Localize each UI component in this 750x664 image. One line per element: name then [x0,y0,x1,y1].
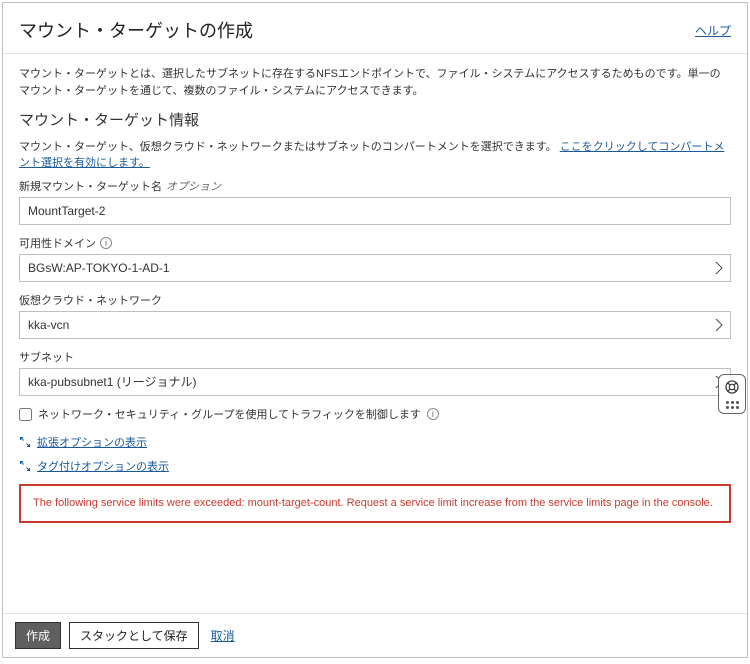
show-tagging-options-link[interactable]: タグ付けオプションの表示 [19,458,731,474]
name-optional-text: オプション [166,178,221,194]
ad-label-text: 可用性ドメイン [19,235,96,251]
ad-label: 可用性ドメイン i [19,235,731,251]
support-widget[interactable] [718,374,746,414]
subnet-select-wrap: kka-pubsubnet1 (リージョナル) [19,368,731,396]
panel-footer: 作成 スタックとして保存 取消 [3,613,747,657]
nsg-checkbox[interactable] [19,408,32,421]
lifebuoy-icon [724,379,740,398]
save-as-stack-button[interactable]: スタックとして保存 [69,622,199,649]
show-advanced-options-link[interactable]: 拡張オプションの表示 [19,434,731,450]
expand-icon [19,436,31,448]
vcn-select[interactable]: kka-vcn [19,311,731,339]
name-label-text: 新規マウント・ターゲット名 [19,178,162,194]
mount-target-name-input[interactable] [19,197,731,225]
error-message: The following service limits were exceed… [19,484,731,523]
vcn-label: 仮想クラウド・ネットワーク [19,292,731,308]
subnet-label: サブネット [19,349,731,365]
section-title: マウント・ターゲット情報 [19,109,731,130]
vcn-select-wrap: kka-vcn [19,311,731,339]
help-link[interactable]: ヘルプ [695,22,731,39]
panel-body: マウント・ターゲットとは、選択したサブネットに存在するNFSエンドポイントで、フ… [3,54,747,613]
advanced-toggle-text: 拡張オプションの表示 [37,434,147,450]
compartment-hint-text: マウント・ターゲット、仮想クラウド・ネットワークまたはサブネットのコンパートメン… [19,141,557,153]
ad-select-wrap: BGsW:AP-TOKYO-1-AD-1 [19,254,731,282]
create-mount-target-panel: マウント・ターゲットの作成 ヘルプ マウント・ターゲットとは、選択したサブネット… [2,2,748,658]
nsg-checkbox-row[interactable]: ネットワーク・セキュリティ・グループを使用してトラフィックを制御します i [19,406,731,422]
page-title: マウント・ターゲットの作成 [19,17,253,43]
tagging-toggle-text: タグ付けオプションの表示 [37,458,169,474]
subnet-select[interactable]: kka-pubsubnet1 (リージョナル) [19,368,731,396]
info-icon: i [427,408,439,420]
create-button[interactable]: 作成 [15,622,61,649]
compartment-hint: マウント・ターゲット、仮想クラウド・ネットワークまたはサブネットのコンパートメン… [19,138,731,170]
info-icon: i [100,237,112,249]
expand-icon [19,460,31,472]
availability-domain-select[interactable]: BGsW:AP-TOKYO-1-AD-1 [19,254,731,282]
name-label: 新規マウント・ターゲット名 オプション [19,178,731,194]
panel-header: マウント・ターゲットの作成 ヘルプ [3,3,747,54]
cancel-link[interactable]: 取消 [211,627,235,644]
nsg-label-text: ネットワーク・セキュリティ・グループを使用してトラフィックを制御します [38,406,421,422]
description-text: マウント・ターゲットとは、選択したサブネットに存在するNFSエンドポイントで、フ… [19,66,731,99]
drag-handle-icon [726,401,739,409]
